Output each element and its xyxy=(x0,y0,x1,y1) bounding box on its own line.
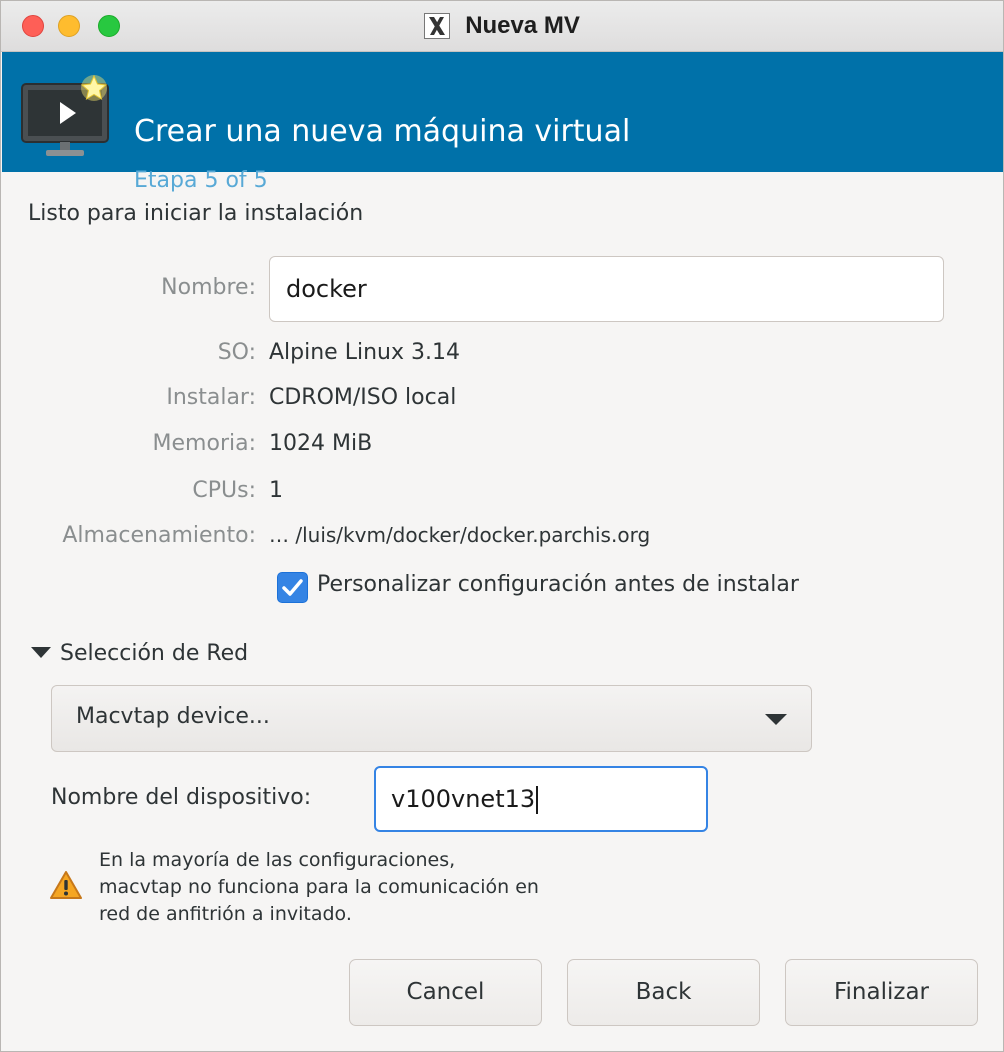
device-name-value: v100vnet13 xyxy=(391,785,536,813)
window-title: Nueva MV xyxy=(465,12,580,39)
macvtap-warning: En la mayoría de las configuraciones, ma… xyxy=(99,847,639,928)
text-caret xyxy=(536,786,539,814)
warning-line: En la mayoría de las configuraciones, xyxy=(99,849,456,871)
checkmark-icon xyxy=(282,579,303,596)
x11-icon xyxy=(424,13,451,39)
network-section-expander[interactable]: Selección de Red xyxy=(60,641,248,666)
banner-title: Crear una nueva máquina virtual xyxy=(134,114,631,149)
device-name-input[interactable]: v100vnet13 xyxy=(374,766,708,832)
title-group: Nueva MV xyxy=(1,12,1003,40)
network-source-value: Macvtap device... xyxy=(76,704,270,729)
install-label: Instalar: xyxy=(166,385,256,410)
customize-label[interactable]: Personalizar configuración antes de inst… xyxy=(317,572,799,597)
back-button[interactable]: Back xyxy=(567,959,760,1026)
os-label: SO: xyxy=(217,340,256,365)
vm-monitor-new-icon xyxy=(21,74,109,156)
device-name-label: Nombre del dispositivo: xyxy=(51,785,312,810)
warning-line: red de anfitrión a invitado. xyxy=(99,903,352,925)
warning-line: macvtap no funciona para la comunicación… xyxy=(99,876,539,898)
header-banner: Crear una nueva máquina virtual Etapa 5 … xyxy=(2,52,1003,193)
triangle-down-icon[interactable] xyxy=(31,647,51,658)
name-label: Nombre: xyxy=(161,275,256,300)
warning-icon xyxy=(50,871,82,899)
cpus-label: CPUs: xyxy=(192,478,256,503)
memory-label: Memoria: xyxy=(152,431,256,456)
title-bar: Nueva MV xyxy=(1,1,1003,52)
new-vm-dialog: Nueva MV Crear una nueva máquina virtual… xyxy=(0,0,1004,1052)
install-value: CDROM/ISO local xyxy=(269,385,457,410)
storage-label: Almacenamiento: xyxy=(62,523,256,548)
banner-step: Etapa 5 of 5 xyxy=(134,168,268,193)
name-input[interactable]: docker xyxy=(269,256,944,322)
customize-checkbox[interactable] xyxy=(277,572,308,603)
storage-value: … /luis/kvm/docker/docker.parchis.org xyxy=(269,523,651,547)
cpus-value: 1 xyxy=(269,478,283,503)
finish-button[interactable]: Finalizar xyxy=(785,959,978,1026)
os-value: Alpine Linux 3.14 xyxy=(269,340,460,365)
memory-value: 1024 MiB xyxy=(269,431,373,456)
dropdown-arrow-icon xyxy=(765,714,787,725)
cancel-button[interactable]: Cancel xyxy=(349,959,542,1026)
network-source-combo[interactable]: Macvtap device... xyxy=(51,685,812,752)
summary-heading: Listo para iniciar la instalación xyxy=(28,201,364,226)
